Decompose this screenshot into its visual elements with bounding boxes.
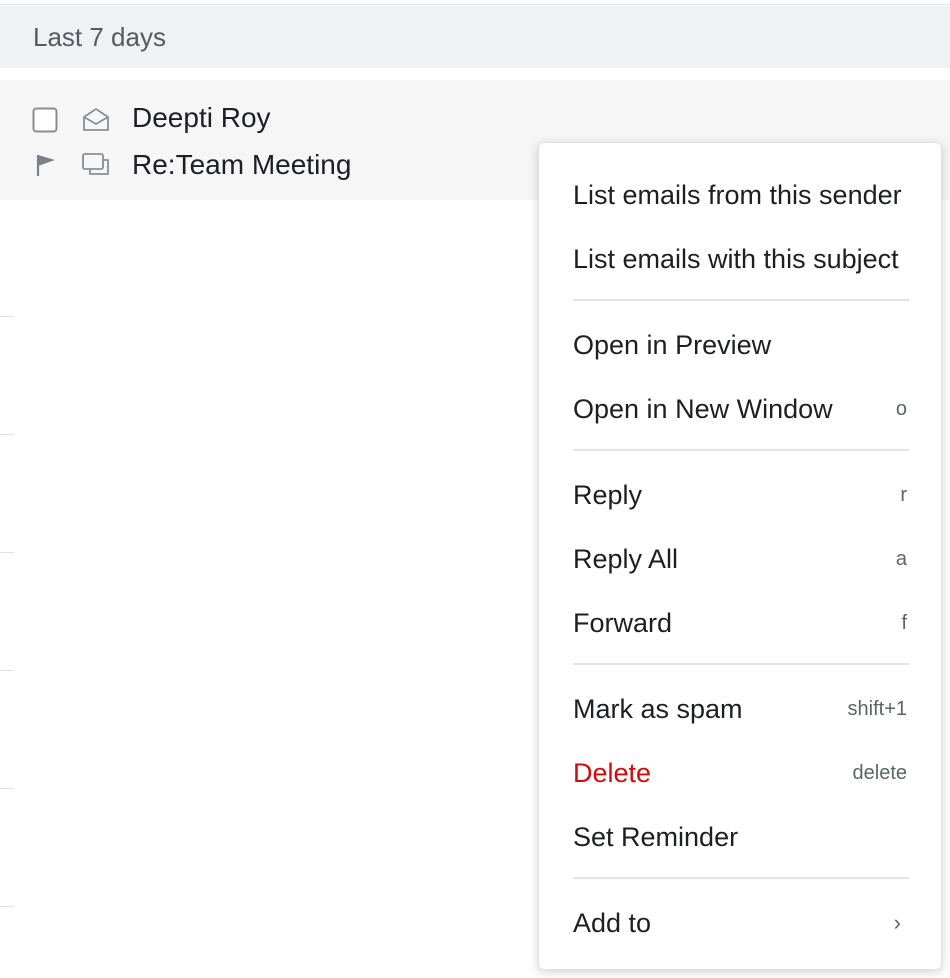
menu-item-shortcut: f	[901, 611, 907, 634]
menu-item-shortcut: r	[900, 483, 907, 506]
sender-name: Deepti Roy	[132, 102, 271, 133]
menu-item-label: Reply All	[573, 543, 679, 574]
list-divider	[0, 670, 14, 671]
date-group-label: Last 7 days	[33, 21, 166, 52]
chevron-right-icon: ›	[893, 910, 901, 935]
menu-item-list-from-sender[interactable]: List emails from this sender	[539, 170, 941, 220]
menu-item-shortcut: shift+1	[847, 697, 907, 720]
menu-item-label: List emails from this sender	[573, 179, 902, 210]
menu-item-label: Forward	[573, 607, 673, 638]
menu-item-label: List emails with this subject	[573, 243, 899, 274]
flag-icon[interactable]	[35, 153, 57, 177]
menu-item-label: Open in Preview	[573, 329, 772, 360]
list-divider	[0, 552, 14, 553]
envelope-open-icon[interactable]	[81, 107, 111, 133]
menu-separator	[573, 299, 909, 301]
menu-item-reply-all[interactable]: Reply All a	[539, 534, 941, 584]
menu-item-mark-as-spam[interactable]: Mark as spam shift+1	[539, 684, 941, 734]
mail-list-page: Last 7 days Deepti Roy Re:Team Meeting L…	[0, 0, 950, 978]
menu-item-list-with-subject[interactable]: List emails with this subject	[539, 234, 941, 284]
menu-item-set-reminder[interactable]: Set Reminder	[539, 812, 941, 862]
menu-item-label: Set Reminder	[573, 821, 739, 852]
menu-item-add-to[interactable]: Add to ›	[539, 898, 941, 948]
menu-item-open-in-preview[interactable]: Open in Preview	[539, 320, 941, 370]
list-divider	[0, 906, 14, 907]
date-group-header: Last 7 days	[0, 6, 950, 68]
menu-item-forward[interactable]: Forward f	[539, 598, 941, 648]
list-divider	[0, 788, 14, 789]
email-context-menu: List emails from this sender List emails…	[538, 142, 942, 970]
menu-item-delete[interactable]: Delete delete	[539, 748, 941, 798]
menu-item-label: Mark as spam	[573, 693, 743, 724]
menu-separator	[573, 663, 909, 665]
menu-item-shortcut: delete	[852, 761, 908, 784]
list-divider	[0, 316, 14, 317]
menu-separator	[573, 877, 909, 879]
menu-item-open-in-new-window[interactable]: Open in New Window o	[539, 384, 941, 434]
menu-item-shortcut: a	[895, 547, 907, 570]
menu-separator	[573, 449, 909, 451]
checkbox-icon[interactable]	[32, 107, 58, 133]
menu-item-shortcut: o	[895, 397, 907, 420]
menu-item-label: Delete	[573, 757, 652, 788]
list-divider	[0, 434, 14, 435]
conversation-icon[interactable]	[81, 152, 111, 178]
menu-item-reply[interactable]: Reply r	[539, 470, 941, 520]
menu-item-label: Reply	[573, 479, 643, 510]
menu-item-label: Add to	[573, 907, 652, 938]
top-divider	[0, 4, 950, 5]
mail-subject: Re:Team Meeting	[132, 149, 352, 180]
menu-item-label: Open in New Window	[573, 393, 833, 424]
